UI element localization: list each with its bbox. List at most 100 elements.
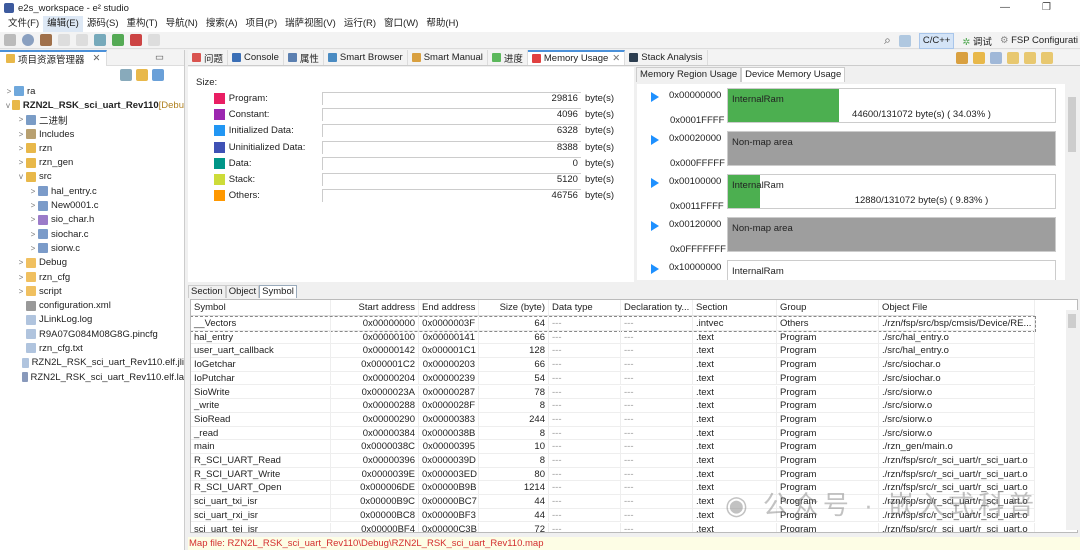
tab-stack-analysis[interactable]: Stack Analysis — [625, 50, 708, 65]
chevron-right-icon[interactable]: > — [28, 230, 38, 239]
column-header[interactable]: Size (byte) — [479, 300, 549, 315]
memory-map-scrollbar[interactable] — [1066, 84, 1078, 279]
table-row[interactable]: IoGetchar 0x000001C2 0x00000203 66 --- --- .te… — [191, 358, 1035, 372]
tree-item[interactable]: > 二进制 — [0, 113, 184, 127]
search-icon[interactable] — [94, 34, 106, 46]
menu-item[interactable]: 导航(N) — [162, 16, 202, 32]
tab-object[interactable]: Object — [225, 285, 260, 298]
tab-device-memory-usage[interactable]: Device Memory Usage — [741, 67, 846, 82]
undo-icon[interactable] — [58, 34, 70, 46]
perspective-debug[interactable]: ✲ 调试 — [962, 34, 992, 48]
maximize-button[interactable]: ❐ — [1042, 2, 1051, 13]
tree-item[interactable]: > ra — [0, 84, 184, 98]
sync-icon[interactable] — [973, 52, 985, 64]
build-hammer-icon[interactable] — [40, 34, 52, 46]
tab-section[interactable]: Section — [188, 285, 226, 298]
tree-item[interactable]: RZN2L_RSK_sci_uart_Rev110.elf.la — [0, 370, 184, 384]
chevron-right-icon[interactable]: > — [28, 187, 38, 196]
menu-item[interactable]: 文件(F) — [4, 16, 43, 32]
tab-memory-usage[interactable]: Memory Usage ✕ — [527, 50, 626, 65]
tree-item[interactable]: > Debug — [0, 256, 184, 270]
menu-item[interactable]: 项目(P) — [242, 16, 282, 32]
tab-memory-region-usage[interactable]: Memory Region Usage — [636, 67, 742, 82]
debug-bug-icon[interactable] — [112, 34, 124, 46]
chevron-right-icon[interactable]: > — [16, 115, 26, 124]
tab-symbol[interactable]: Symbol — [259, 285, 297, 298]
column-header[interactable]: Data type — [549, 300, 621, 315]
tab-问题[interactable]: 问题 — [188, 50, 229, 65]
tree-item[interactable]: > siorw.c — [0, 241, 184, 255]
expand-region-icon[interactable] — [651, 178, 659, 188]
expand-region-icon[interactable] — [651, 92, 659, 102]
menu-item[interactable]: 编辑(E) — [43, 16, 83, 32]
tree-item[interactable]: configuration.xml — [0, 298, 184, 312]
chevron-right-icon[interactable]: > — [16, 258, 26, 267]
save-icon[interactable] — [4, 34, 16, 46]
chevron-right-icon[interactable]: > — [28, 215, 38, 224]
tab-属性[interactable]: 属性 — [284, 50, 324, 65]
table-scrollbar[interactable] — [1066, 310, 1078, 530]
table-row[interactable]: IoPutchar 0x00000204 0x00000239 54 --- --- .te… — [191, 371, 1035, 386]
open-file-icon[interactable] — [1007, 52, 1019, 64]
menu-item[interactable]: 瑞萨视图(V) — [281, 16, 340, 32]
collapse-icon[interactable] — [1041, 52, 1053, 64]
refresh-icon[interactable] — [956, 52, 968, 64]
chevron-right-icon[interactable]: > — [16, 130, 26, 139]
table-row[interactable]: _read 0x00000384 0x0000038B 8 --- --- .text Pro… — [191, 426, 1035, 441]
tab-console[interactable]: Console — [228, 50, 284, 65]
tree-item[interactable]: > New0001.c — [0, 198, 184, 212]
menu-item[interactable]: 源码(S) — [83, 16, 123, 32]
table-row[interactable]: user_uart_callback 0x00000142 0x000001C1 12… — [191, 344, 1035, 359]
chevron-right-icon[interactable]: > — [16, 158, 26, 167]
column-header[interactable]: End address — [419, 300, 479, 315]
tab-project-explorer[interactable]: 项目资源管理器 ✕ — [0, 49, 108, 66]
search-icon[interactable]: ⌕ — [884, 33, 891, 48]
expand-region-icon[interactable] — [651, 221, 659, 231]
table-row[interactable]: R_SCI_UART_Write 0x0000039E 0x000003ED 80 --… — [191, 467, 1035, 482]
table-row[interactable]: sci_uart_tei_isr 0x00000BF4 0x00000C3B 72 --… — [191, 522, 1035, 532]
link-editor-icon[interactable] — [136, 69, 148, 81]
tab-smart-browser[interactable]: Smart Browser — [324, 50, 408, 65]
tab-进度[interactable]: 进度 — [488, 50, 528, 65]
tree-item[interactable]: rzn_cfg.txt — [0, 341, 184, 355]
perspective-fsp[interactable]: ⚙ FSP Configurati — [1000, 35, 1078, 46]
menu-item[interactable]: 重构(T) — [122, 16, 161, 32]
table-row[interactable]: R_SCI_UART_Read 0x00000396 0x0000039D 8 --- -… — [191, 454, 1035, 468]
chevron-down-icon[interactable]: v — [16, 172, 26, 181]
tree-item[interactable]: > rzn_cfg — [0, 270, 184, 284]
chevron-right-icon[interactable]: > — [16, 287, 26, 296]
table-row[interactable]: __Vectors 0x00000000 0x0000003F 64 --- --- .in… — [191, 316, 1036, 332]
tree-item[interactable]: v src — [0, 170, 184, 184]
table-row[interactable]: main 0x0000038C 0x00000395 10 --- --- .text Pro… — [191, 440, 1035, 454]
minimize-button[interactable]: — — [1000, 2, 1010, 13]
redo-icon[interactable] — [76, 34, 88, 46]
chevron-right-icon[interactable]: > — [28, 201, 38, 210]
column-header[interactable]: Object File — [879, 300, 1035, 315]
chevron-right-icon[interactable]: > — [28, 244, 38, 253]
tree-item[interactable]: > sio_char.h — [0, 213, 184, 227]
tree-item[interactable]: > rzn — [0, 141, 184, 155]
table-row[interactable]: hal_entry 0x00000100 0x00000141 66 --- --- .te… — [191, 330, 1035, 345]
tree-item[interactable]: > hal_entry.c — [0, 184, 184, 198]
tab-smart-manual[interactable]: Smart Manual — [408, 50, 488, 65]
toggle-icon[interactable] — [148, 34, 160, 46]
chevron-right-icon[interactable]: > — [16, 273, 26, 282]
close-icon[interactable]: ✕ — [93, 53, 101, 64]
menu-item[interactable]: 帮助(H) — [422, 16, 462, 32]
tree-item[interactable]: > script — [0, 284, 184, 298]
table-row[interactable]: SioRead 0x00000290 0x00000383 244 --- --- .tex… — [191, 412, 1035, 427]
chevron-right-icon[interactable]: > — [16, 144, 26, 153]
table-row[interactable]: _write 0x00000288 0x0000028F 8 --- --- .text Pr… — [191, 399, 1035, 413]
perspective-cpp[interactable]: C/C++ — [918, 32, 955, 49]
tree-item[interactable]: > Includes — [0, 127, 184, 141]
tree-item[interactable]: v RZN2L_RSK_sci_uart_Rev110 [Debu — [0, 98, 184, 112]
close-icon[interactable]: ✕ — [612, 53, 620, 64]
table-row[interactable]: SioWrite 0x0000023A 0x00000287 78 --- --- .tex… — [191, 385, 1035, 400]
expand-region-icon[interactable] — [651, 264, 659, 274]
tree-item[interactable]: > siochar.c — [0, 227, 184, 241]
tree-item[interactable]: > rzn_gen — [0, 155, 184, 169]
expand-icon[interactable] — [1024, 52, 1036, 64]
minimize-view-icon[interactable]: ▭ — [155, 52, 164, 63]
scroll-thumb[interactable] — [1068, 97, 1076, 152]
collapse-all-icon[interactable] — [120, 69, 132, 81]
